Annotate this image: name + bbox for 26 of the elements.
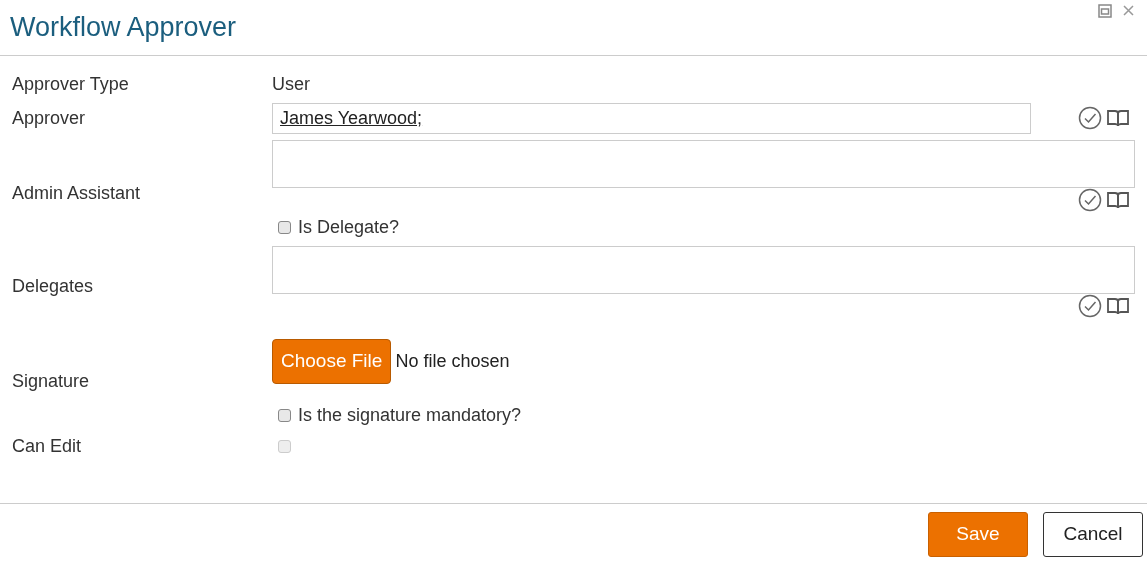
field-label: Delegates bbox=[12, 275, 95, 298]
checkbox[interactable] bbox=[278, 220, 291, 234]
checkbox-label: Is Delegate? bbox=[298, 215, 400, 239]
checkbox-label: Is the signature mandatory? bbox=[298, 403, 522, 427]
check-circle-icon[interactable] bbox=[1078, 188, 1102, 212]
admin-assistant-field[interactable] bbox=[272, 140, 1135, 188]
approver-link[interactable]: James Yearwood; bbox=[280, 104, 423, 132]
field-label: Approver bbox=[12, 106, 87, 130]
restore-icon[interactable] bbox=[1098, 4, 1112, 18]
checkbox[interactable] bbox=[278, 408, 291, 422]
book-icon[interactable] bbox=[1106, 190, 1130, 210]
book-icon[interactable] bbox=[1106, 296, 1130, 316]
check-circle-icon[interactable] bbox=[1078, 106, 1102, 130]
approver-field[interactable]: James Yearwood; bbox=[272, 102, 1031, 134]
file-status: No file chosen bbox=[395, 350, 510, 373]
field-label: Approver Type bbox=[12, 72, 130, 96]
cancel-button[interactable]: Cancel bbox=[1043, 512, 1143, 557]
book-icon[interactable] bbox=[1106, 108, 1130, 128]
field-label: Can Edit bbox=[12, 434, 83, 458]
field-value: User bbox=[272, 72, 310, 96]
check-circle-icon[interactable] bbox=[1078, 294, 1102, 318]
field-label: Admin Assistant bbox=[12, 182, 142, 205]
window-title: Workflow Approver bbox=[10, 11, 237, 45]
delegates-field[interactable] bbox=[272, 246, 1135, 294]
close-icon[interactable] bbox=[1122, 4, 1135, 17]
field-label: Signature bbox=[12, 370, 91, 393]
